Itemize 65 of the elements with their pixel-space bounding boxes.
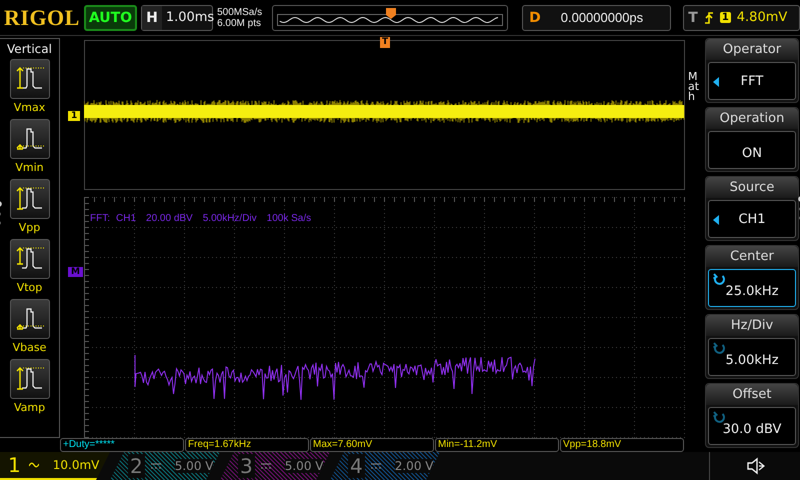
fft-label: FFT:: [90, 213, 110, 224]
softkey-button[interactable]: 25.0kHz: [708, 269, 796, 307]
softkey-title: Offset: [706, 384, 798, 405]
trigger-position-icon: [386, 8, 396, 18]
delay-field[interactable]: D 0.00000000ps: [522, 4, 672, 30]
rotate-icon: [713, 273, 725, 285]
channel-tab[interactable]: 1 10.0mV: [0, 452, 110, 480]
trigger-field[interactable]: T 1 4.80mV: [683, 4, 800, 30]
overview-wave-icon: [277, 14, 504, 26]
timebase-label: H: [142, 6, 162, 30]
measurement-readout: Freq=1.67kHz: [185, 438, 309, 452]
trigger-label: T: [687, 10, 698, 26]
timebase-value: 1.00ms: [164, 10, 214, 25]
sample-rate: 500MSa/s: [217, 6, 262, 18]
softkey-button[interactable]: FFT: [708, 62, 796, 100]
fft-sample-rate: 100k Sa/s: [266, 213, 312, 224]
brand-logo: RIGOL: [4, 4, 80, 30]
measurement-readout: Vpp=18.8mV: [560, 438, 684, 452]
fft-source: CH1: [116, 213, 136, 224]
measure-button[interactable]: [10, 119, 50, 159]
channel-tab[interactable]: 2 5.00 V: [110, 452, 220, 480]
softkey-button[interactable]: 30.0 dBV: [708, 407, 796, 445]
rising-edge-icon: [704, 10, 714, 24]
measure-button[interactable]: [10, 299, 50, 339]
softkey-title: Operator: [706, 39, 798, 60]
softkey-title: Source: [706, 177, 798, 198]
rotate-icon: [713, 342, 725, 354]
softkey-title: Center: [706, 246, 798, 267]
measure-button[interactable]: [10, 359, 50, 399]
measurement-readout: Min=-11.2mV: [435, 438, 559, 452]
delay-label: D: [528, 10, 542, 26]
measurement-readout: Max=7.60mV: [310, 438, 434, 452]
mode-button[interactable]: AUTO: [84, 4, 138, 30]
softkey-title: Operation: [706, 108, 798, 129]
measure-button[interactable]: [10, 179, 50, 219]
left-arrow-icon: [713, 215, 719, 225]
timebase-field[interactable]: H 1.00ms: [141, 4, 214, 30]
memory-depth: 6.00M pts: [217, 18, 262, 28]
measure-label: Vamp: [14, 400, 46, 416]
measure-button[interactable]: [10, 239, 50, 279]
trigger-marker[interactable]: T: [380, 37, 390, 48]
fft-scale: 20.00 dBV: [146, 213, 193, 224]
fft-span: 5.00kHz/Div: [202, 213, 257, 224]
measure-label: Vpp: [18, 220, 40, 236]
trigger-level: 4.80mV: [736, 10, 788, 25]
softkey-button[interactable]: 5.00kHz: [708, 338, 796, 376]
menu-tab[interactable]: Math: [688, 72, 700, 116]
measurement-readout: +Duty=*****: [60, 438, 184, 452]
measure-button[interactable]: [10, 59, 50, 99]
delay-value: 0.00000000ps: [560, 10, 644, 25]
trigger-source: 1: [720, 12, 731, 23]
softkey-button[interactable]: CH1: [708, 200, 796, 238]
softkey-button[interactable]: ON: [708, 131, 796, 169]
channel-tab[interactable]: 3 5.00 V: [220, 452, 330, 480]
left-arrow-icon: [713, 77, 719, 87]
measure-label: Vtop: [16, 280, 42, 296]
softkey-title: Hz/Div: [706, 315, 798, 336]
rotate-icon: [713, 411, 725, 423]
measure-label: Vmin: [15, 160, 44, 176]
menu-title: Vertical: [7, 42, 52, 56]
measure-label: Vbase: [12, 340, 46, 356]
channel-tab[interactable]: 4 2.00 V: [330, 452, 440, 480]
speaker-muted-icon: [745, 457, 765, 475]
measure-label: Vmax: [14, 100, 46, 116]
channel-marker[interactable]: 1: [68, 111, 80, 121]
